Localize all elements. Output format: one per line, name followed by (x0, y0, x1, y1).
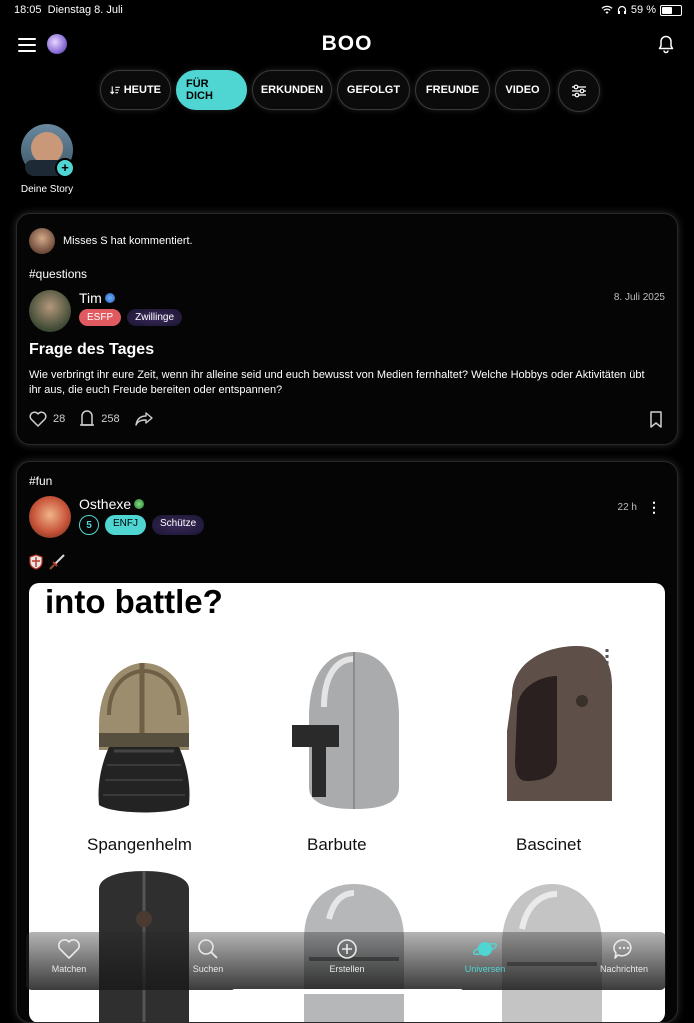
nav-nachrichten[interactable]: Nachrichten (579, 938, 669, 974)
tab-heute[interactable]: HEUTE (100, 70, 171, 110)
story-item-own[interactable]: + Deine Story (14, 124, 80, 195)
author-info: Osthexe 5 ENFJ Schütze (79, 496, 205, 538)
author-avatar[interactable] (29, 290, 71, 332)
post-actions: 28 258 (29, 410, 154, 428)
tab-gefolgt[interactable]: GEFOLGT (337, 70, 410, 110)
comment-count: 258 (101, 413, 120, 425)
nav-label: Erstellen (329, 964, 365, 974)
bookmark-icon[interactable] (649, 411, 663, 429)
nav-erstellen[interactable]: Erstellen (302, 938, 392, 974)
tab-label: FÜR DICH (186, 78, 213, 102)
status-right: 59 % (601, 4, 682, 16)
status-time: 18:05 Dienstag 8. Juli (14, 4, 123, 16)
post-time: 22 h (617, 502, 637, 513)
tab-video[interactable]: VIDEO (495, 70, 550, 110)
story-avatar[interactable]: + (21, 124, 75, 178)
author-row: Tim ESFP Zwillinge (29, 290, 183, 332)
nav-universen[interactable]: Universen (440, 938, 530, 974)
author-name[interactable]: Tim (79, 290, 102, 306)
tab-erkunden[interactable]: ERKUNDEN (252, 70, 332, 110)
bascinet-helmet-image (507, 646, 612, 801)
tab-freunde[interactable]: FREUNDE (415, 70, 490, 110)
tab-label: VIDEO (505, 84, 540, 96)
comment-icon[interactable] (79, 410, 95, 428)
author-avatar[interactable] (29, 496, 71, 538)
meme-caption-barbute: Barbute (307, 835, 367, 854)
author-badges: 5 ENFJ Schütze (79, 515, 205, 535)
app-logo: BOO (321, 32, 373, 55)
time-text: 18:05 (14, 4, 42, 16)
shield-icon (29, 554, 43, 570)
feed-tabs: HEUTE FÜR DICH ERKUNDEN GEFOLGT FREUNDE … (100, 70, 550, 110)
author-info: Tim ESFP Zwillinge (79, 290, 183, 332)
meme-caption-bascinet: Bascinet (516, 835, 582, 854)
zodiac-badge[interactable]: Zwillinge (127, 309, 183, 326)
add-story-icon[interactable]: + (55, 158, 75, 178)
emoji-row (29, 554, 65, 570)
tab-label: HEUTE (123, 84, 161, 96)
battery-fill (662, 6, 672, 14)
tab-label: ERKUNDEN (260, 84, 324, 96)
globe-icon (104, 293, 115, 303)
battery-percent: 59 % (630, 4, 656, 16)
meme-title: into battle? (45, 583, 223, 620)
date-text: Dienstag 8. Juli (47, 4, 123, 16)
zodiac-badge[interactable]: Schütze (152, 515, 205, 535)
meme-caption-spangenhelm: Spangenhelm (87, 835, 192, 854)
author-name-row: Tim (79, 290, 182, 306)
nav-label: Matchen (51, 964, 87, 974)
status-bar: 18:05 Dienstag 8. Juli 59 % (0, 0, 694, 20)
activity-text: Misses S hat kommentiert. (63, 235, 193, 247)
sort-icon (110, 86, 120, 95)
author-name[interactable]: Osthexe (79, 496, 131, 512)
top-bar: BOO (0, 28, 694, 60)
author-row: Osthexe 5 ENFJ Schütze (29, 496, 205, 538)
home-indicator[interactable] (232, 989, 463, 994)
sliders-icon (572, 84, 586, 98)
personality-badge[interactable]: ESFP (79, 309, 122, 326)
barbute-helmet-image (292, 652, 399, 809)
dagger-icon (49, 554, 65, 570)
post-body: Wie verbringt ihr eure Zeit, wenn ihr al… (29, 369, 645, 396)
nav-matchen[interactable]: Matchen (24, 938, 114, 974)
bottom-navigation: Matchen Suchen Erstellen Universen Nachr… (26, 932, 666, 990)
nav-label: Nachrichten (599, 964, 649, 974)
tab-fuer-dich[interactable]: FÜR DICH (176, 70, 247, 110)
post-title: Frage des Tages (29, 341, 155, 358)
heart-icon (58, 939, 80, 959)
battery-icon (660, 4, 682, 16)
post-meta: 22 h ⋮ (618, 499, 661, 516)
level-badge[interactable]: 5 (79, 515, 99, 535)
post-hashtag[interactable]: #fun (29, 474, 52, 488)
personality-badge[interactable]: ENFJ (105, 515, 146, 535)
post-card-question[interactable]: Misses S hat kommentiert. #questions Tim… (16, 213, 678, 445)
chat-bubble-icon (613, 939, 632, 959)
bell-icon[interactable] (656, 34, 676, 54)
like-count: 28 (53, 413, 66, 425)
tab-label: FREUNDE (425, 84, 480, 96)
nav-label: Suchen (192, 964, 224, 974)
post-date: 8. Juli 2025 (613, 292, 665, 303)
story-label: Deine Story (20, 184, 74, 195)
search-icon (198, 939, 218, 959)
author-name-row: Osthexe (79, 496, 204, 512)
share-icon[interactable] (134, 411, 154, 427)
filter-button[interactable] (558, 70, 600, 112)
planet-icon (472, 942, 498, 956)
nav-label: Universen (464, 964, 506, 974)
wifi-icon (601, 5, 613, 14)
heart-icon[interactable] (29, 411, 47, 427)
plus-circle-icon (337, 939, 357, 959)
headphones-icon (617, 5, 627, 14)
spangenhelm-helmet-image (98, 663, 190, 813)
post-hashtag[interactable]: #questions (29, 267, 87, 281)
tab-label: GEFOLGT (346, 84, 401, 96)
activity-row: Misses S hat kommentiert. (29, 228, 193, 254)
nav-suchen[interactable]: Suchen (163, 938, 253, 974)
globe-icon (134, 499, 145, 509)
commenter-avatar[interactable] (29, 228, 55, 254)
more-options-icon[interactable]: ⋮ (647, 499, 661, 516)
author-badges: ESFP Zwillinge (79, 309, 183, 326)
